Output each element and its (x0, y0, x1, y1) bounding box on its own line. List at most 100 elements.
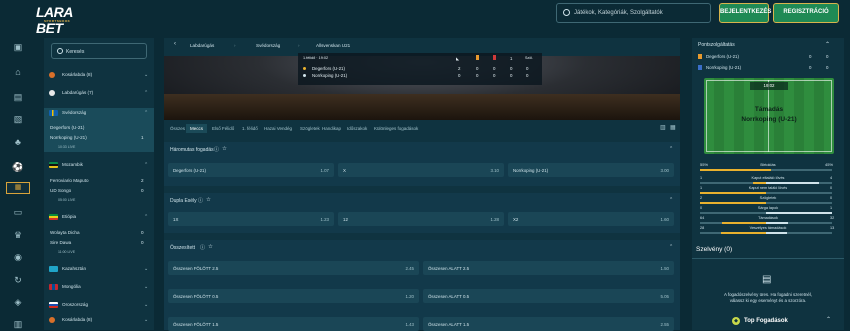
logo[interactable]: LARA BET SPORTSBOOK (36, 4, 98, 36)
grid-view-icon[interactable]: ▥ (660, 124, 666, 131)
pitch-tracker: 19:02 Támadás Norrkoping (U-21) (704, 78, 834, 154)
briefcase-icon[interactable]: ▥ (12, 319, 24, 329)
odd-button[interactable]: Összesen ALATT 2.5 1.50 (423, 261, 674, 275)
breadcrumb-item[interactable]: Allsvenskan U21 (316, 43, 350, 48)
chevron-up-icon: ⌃ (144, 110, 149, 116)
star-icon[interactable]: ☆ (208, 244, 213, 250)
history-icon[interactable]: ↻ (12, 275, 24, 285)
global-search-input[interactable]: Játékok, Kategóriák, Szolgáltatók (556, 3, 711, 23)
sports-sidebar: Keresés Kosárlabda (8) ⌄ Labdarúgás (7) … (44, 38, 154, 330)
chevron-up-icon[interactable]: ⌃ (669, 197, 673, 203)
football-icon (49, 90, 55, 96)
star-icon[interactable]: ☆ (206, 197, 211, 203)
away-stat: 0 (510, 73, 513, 78)
odd-value: 1.50 (660, 265, 669, 271)
gift-icon[interactable]: ▣ (12, 42, 24, 52)
stadium-banner: 1.félidő · 19:02 ◣ 1 Szöl. Degerfors (U-… (164, 53, 680, 120)
sidebar-item-basketball[interactable]: Kosárlabda (8) ⌄ (44, 72, 154, 82)
chevron-up-icon[interactable]: ⌃ (669, 146, 673, 152)
match-time: 10:33 LIVE (58, 145, 76, 149)
sidebar-country-russia[interactable]: Oroszország ⌄ (44, 300, 154, 310)
tab-first-half[interactable]: Első Félidő (212, 126, 234, 131)
trophy-icon[interactable]: ♛ (12, 230, 24, 240)
chevron-down-icon: ⌄ (144, 317, 149, 323)
sidebar-search-input[interactable]: Keresés (51, 43, 147, 59)
sidebar-item-label: Kosárlabda (8) (62, 317, 93, 322)
betslip-icon: ▤ (762, 274, 772, 285)
home-icon[interactable]: ⌂ (12, 67, 24, 77)
home-team: Degerfors (U-21) (312, 66, 345, 71)
tab-specials[interactable]: Különleges fogadások (374, 126, 418, 131)
screen-icon[interactable]: ▭ (12, 207, 24, 217)
stat-right-value: 4 (830, 176, 833, 180)
selection-name: Degerfors (U-21) (173, 167, 206, 173)
cards-icon[interactable]: ♣ (12, 137, 24, 147)
tab-home-away[interactable]: Hazai Vendég (264, 126, 292, 131)
team-name: UD Songo (50, 188, 72, 193)
odd-button[interactable]: Összesen FÖLÖTT 1.5 1.43 (168, 317, 419, 331)
football-icon[interactable]: ⚽ (12, 162, 24, 172)
tab-periods[interactable]: Időszakok (347, 126, 367, 131)
selection-name: Összesen FÖLÖTT 2.5 (173, 265, 219, 271)
tab-corners[interactable]: Szögletek (300, 126, 320, 131)
odd-button[interactable]: Összesen ALATT 0.5 5.05 (423, 289, 674, 303)
stat-right-value: 0 (830, 186, 833, 190)
market-tabs: Összes Meccs Első Félidő 1. félidő Hazai… (164, 122, 680, 136)
market-title: Háromutas fogadás (170, 147, 214, 153)
chevron-up-icon[interactable]: ⌃ (826, 316, 831, 323)
odd-value: 2.55 (660, 321, 669, 327)
odd-button[interactable]: Összesen ALATT 1.5 2.55 (423, 317, 674, 331)
selection-name: 12 (343, 216, 348, 222)
breadcrumb-separator: › (234, 43, 236, 48)
sidebar-country-ethiopia[interactable]: Etiópia ⌃ (44, 212, 154, 222)
star-icon[interactable]: ☆ (222, 146, 227, 152)
sidebar-match-wolayta[interactable]: Wolayta Dicha 0 Sire Dawa 0 11:00 LIVE (44, 226, 154, 260)
info-icon[interactable]: ⓘ (214, 146, 219, 153)
sidebar-country-sweden[interactable]: Svédország ⌃ (44, 108, 154, 118)
sidebar-item-basketball-2[interactable]: Kosárlabda (8) ⌄ (44, 316, 154, 326)
sidebar-country-kazakhstan[interactable]: Kazahsztán ⌄ (44, 264, 154, 274)
stat-bar-right (766, 212, 832, 214)
login-button[interactable]: BEJELENTKEZÉS (719, 3, 771, 23)
odd-button[interactable]: Degerfors (U-21) 1.07 (168, 163, 334, 177)
live-icon[interactable]: ▦ (6, 182, 30, 194)
odd-button[interactable]: Összesen FÖLÖTT 2.5 2.45 (168, 261, 419, 275)
chevron-up-icon[interactable]: ⌃ (669, 244, 673, 250)
sidebar-match-degerfors[interactable]: Degerfors (U-21) Norrkoping (U-21) 1 10:… (44, 118, 154, 152)
dice-icon[interactable]: ▧ (12, 114, 24, 124)
stat-row: 1 Kaput eltaláló lövés 4 (692, 176, 844, 186)
sidebar-country-mongolia[interactable]: Mongólia ⌄ (44, 282, 154, 292)
sidebar-country-mozambique[interactable]: Mozambik ⌃ (44, 160, 154, 170)
chevron-up-icon[interactable]: ⌃ (825, 41, 830, 48)
sidebar-match-ferroviario[interactable]: Ferroviario Maputo 2 UD Songo 0 05:00 LI… (44, 174, 154, 208)
odd-button[interactable]: X 3.10 (338, 163, 504, 177)
tab-handicap[interactable]: Handikap (322, 126, 341, 131)
breadcrumb-item[interactable]: Labdarúgás (190, 43, 214, 48)
pitch-team: Norrkoping (U-21) (741, 116, 797, 123)
stat-row: 1 Kaput nem találó lövés 0 (692, 186, 844, 196)
chevron-up-icon: ⌃ (144, 90, 149, 96)
list-view-icon[interactable]: ▦ (670, 124, 676, 131)
odd-button[interactable]: X2 1.60 (508, 212, 674, 226)
chip-icon[interactable]: ◉ (12, 252, 24, 262)
odd-button[interactable]: Norrkoping (U-21) 3.00 (508, 163, 674, 177)
register-button[interactable]: REGISZTRÁCIÓ (773, 3, 839, 23)
odd-button[interactable]: Összesen FÖLÖTT 0.5 1.20 (168, 289, 419, 303)
breadcrumb-item[interactable]: Svédország (256, 43, 280, 48)
coupon-icon[interactable]: ▤ (12, 92, 24, 102)
odd-button[interactable]: 12 1.28 (338, 212, 504, 226)
info-icon[interactable]: ⓘ (200, 244, 205, 251)
sidebar-item-football[interactable]: Labdarúgás (7) ⌃ (44, 90, 154, 100)
tab-match[interactable]: Meccs (186, 124, 208, 133)
top-bets-label[interactable]: Top Fogadások (744, 318, 788, 324)
tab-1st-half[interactable]: 1. félidő (242, 126, 258, 131)
chart-icon[interactable]: ◈ (12, 297, 24, 307)
back-arrow-icon[interactable]: ‹ (174, 41, 176, 47)
stat-bar-right (766, 232, 788, 234)
chevron-down-icon: ⌄ (144, 72, 149, 78)
serve-indicator-icon (303, 67, 306, 70)
tab-all[interactable]: Összes (170, 126, 185, 131)
odd-button[interactable]: 1X 1.23 (168, 212, 334, 226)
team1-stat: 0 (826, 54, 829, 59)
info-icon[interactable]: ⓘ (198, 197, 203, 204)
